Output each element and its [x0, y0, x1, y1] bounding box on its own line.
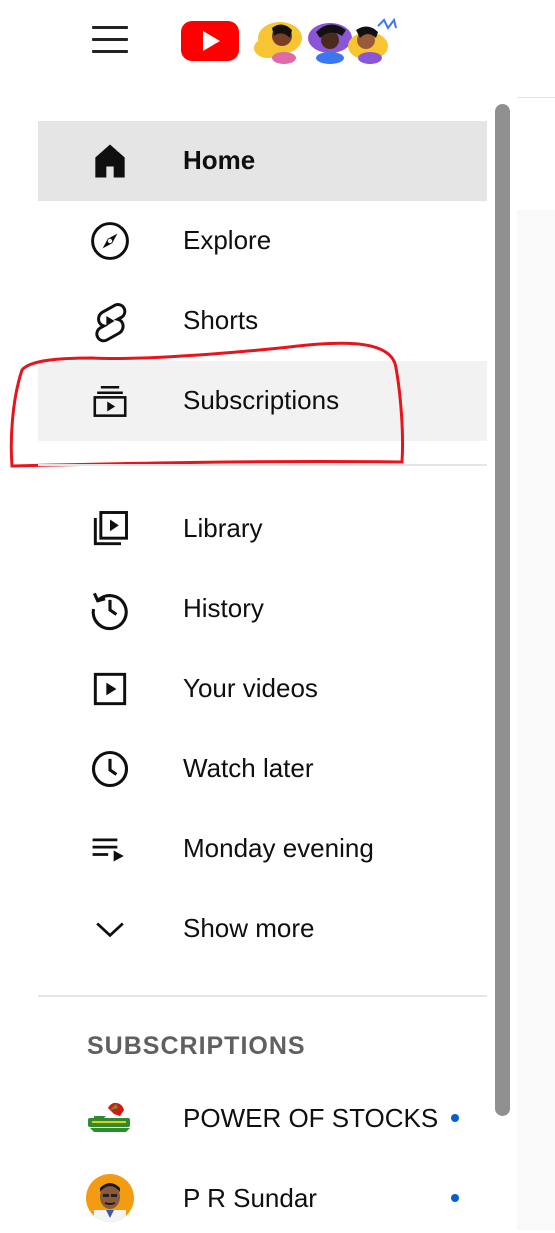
sidebar-item-library[interactable]: Library — [38, 489, 487, 569]
content-divider — [517, 97, 555, 98]
sidebar-item-label: Library — [183, 513, 263, 543]
sidebar-item-history[interactable]: History — [38, 569, 487, 649]
sidebar-item-explore[interactable]: Explore — [38, 201, 487, 281]
sidebar-item-subscriptions[interactable]: Subscriptions — [38, 361, 487, 441]
play-icon — [93, 672, 127, 706]
channel-avatar — [86, 1094, 134, 1142]
sidebar-item-label: Subscriptions — [183, 385, 340, 415]
compass-icon — [91, 222, 129, 260]
sidebar-item-playlist[interactable]: Monday evening — [38, 809, 487, 889]
show-more-button[interactable]: Show more — [38, 889, 487, 969]
sidebar-item-your-videos[interactable]: Your videos — [38, 649, 487, 729]
youtube-logo[interactable] — [180, 18, 402, 64]
chevron-down-icon — [96, 922, 124, 938]
subscription-channel[interactable]: POWER OF STOCKS — [38, 1083, 487, 1153]
sidebar-divider — [38, 464, 487, 466]
sidebar-item-label: Show more — [183, 913, 315, 943]
sidebar-item-label: Watch later — [183, 753, 314, 783]
library-icon — [93, 511, 128, 546]
subscriptions-icon — [93, 385, 127, 417]
sidebar-item-watch-later[interactable]: Watch later — [38, 729, 487, 809]
new-content-dot — [451, 1194, 459, 1202]
sidebar-item-label: Your videos — [183, 673, 318, 703]
sidebar-item-label: Home — [183, 145, 256, 175]
sidebar-item-shorts[interactable]: Shorts — [38, 281, 487, 361]
sidebar-item-label: Shorts — [183, 305, 259, 335]
channel-avatar — [86, 1174, 134, 1222]
sidebar-item-label: Explore — [183, 225, 272, 255]
channel-name: POWER OF STOCKS — [183, 1103, 439, 1133]
history-icon — [91, 592, 128, 631]
playlist-icon — [92, 838, 124, 862]
home-icon — [95, 144, 125, 178]
new-content-dot — [451, 1114, 459, 1122]
subscriptions-heading: SUBSCRIPTIONS — [87, 1032, 306, 1060]
hamburger-menu-icon[interactable] — [92, 24, 128, 54]
sidebar-item-label: History — [183, 593, 264, 623]
channel-name: P R Sundar — [183, 1183, 317, 1213]
sidebar-divider — [38, 995, 487, 997]
clock-icon — [91, 750, 129, 788]
sidebar-item-home[interactable]: Home — [38, 121, 487, 201]
content-area — [517, 210, 555, 1230]
sidebar-scrollbar[interactable] — [495, 104, 510, 1116]
shorts-icon — [95, 303, 127, 343]
sidebar-item-label: Monday evening — [183, 833, 374, 863]
subscription-channel[interactable]: P R Sundar — [38, 1163, 487, 1233]
